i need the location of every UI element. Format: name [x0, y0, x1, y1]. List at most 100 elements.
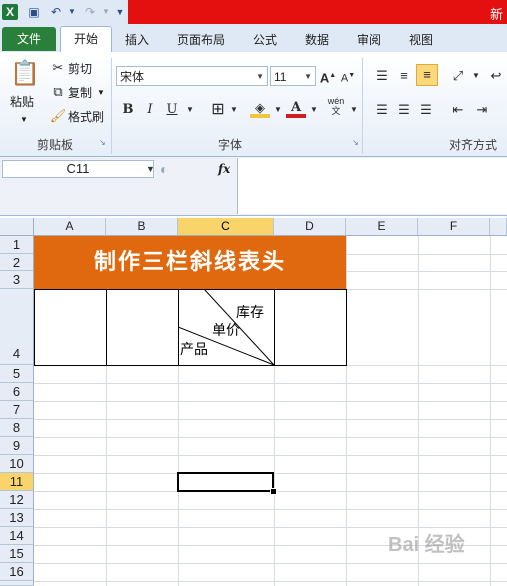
- active-cell-c11[interactable]: [177, 472, 274, 492]
- tab-page-layout[interactable]: 页面布局: [170, 30, 232, 50]
- row-header-9[interactable]: 9: [0, 437, 34, 455]
- gridline: [34, 383, 507, 384]
- row-header-10[interactable]: 10: [0, 455, 34, 473]
- fill-dropdown-icon[interactable]: ▼: [268, 100, 288, 120]
- paste-dropdown-icon[interactable]: ▼: [20, 112, 28, 128]
- undo-icon[interactable]: ↶: [48, 4, 64, 20]
- title-banner-cell[interactable]: 制作三栏斜线表头: [34, 236, 346, 289]
- paste-icon[interactable]: 📋: [10, 58, 40, 90]
- group-separator: [362, 58, 363, 154]
- excel-logo-icon[interactable]: X: [2, 4, 18, 20]
- gridline: [34, 419, 507, 420]
- tab-data[interactable]: 数据: [296, 30, 338, 50]
- phonetic-guide-icon[interactable]: wén 文: [326, 96, 346, 116]
- fill-color-icon[interactable]: ◈: [250, 98, 270, 118]
- cut-button[interactable]: 剪切: [68, 61, 92, 77]
- orientation-icon[interactable]: ⤢: [448, 66, 468, 86]
- borders-dropdown-icon[interactable]: ▼: [224, 100, 244, 120]
- chevron-down-icon[interactable]: ▼: [256, 67, 264, 87]
- row-header-5[interactable]: 5: [0, 365, 34, 383]
- font-name-combo[interactable]: 宋体 ▼: [116, 66, 268, 86]
- align-middle-icon[interactable]: ≡: [394, 66, 414, 86]
- row-header-15[interactable]: 15: [0, 545, 34, 563]
- row-header-6[interactable]: 6: [0, 383, 34, 401]
- tab-home[interactable]: 开始: [60, 26, 112, 53]
- font-size-combo[interactable]: 11 ▼: [270, 66, 316, 86]
- row-header-1[interactable]: 1: [0, 236, 34, 254]
- select-all-corner[interactable]: [0, 218, 34, 236]
- chevron-down-icon[interactable]: ▼: [304, 67, 312, 87]
- wrap-text-icon[interactable]: ↩: [486, 66, 506, 86]
- row-header-3[interactable]: 3: [0, 271, 34, 289]
- bold-button[interactable]: B: [118, 100, 138, 120]
- scissors-icon[interactable]: ✂: [48, 58, 68, 78]
- cell-d4[interactable]: [274, 289, 347, 366]
- row-header-11[interactable]: 11: [0, 473, 34, 491]
- align-right-icon[interactable]: ☰: [416, 100, 436, 120]
- align-left-icon[interactable]: ☰: [372, 100, 392, 120]
- ribbon: 📋 粘贴 ▼ ✂ 剪切 ⧉ 复制 ▼ 🖌 格式刷 剪贴板 ↘ 宋体 ▼ 11 ▼…: [0, 52, 507, 157]
- underline-dropdown-icon[interactable]: ▼: [180, 100, 200, 120]
- paste-button[interactable]: 粘贴: [10, 94, 34, 110]
- column-header-f[interactable]: F: [418, 218, 490, 236]
- save-icon[interactable]: ▣: [26, 4, 42, 20]
- format-painter-icon[interactable]: 🖌: [48, 106, 68, 126]
- copy-button[interactable]: 复制: [68, 85, 92, 101]
- insert-function-icon[interactable]: fx: [218, 160, 230, 178]
- fill-handle[interactable]: [270, 488, 277, 495]
- formula-bar-splitter-icon[interactable]: ◐: [160, 160, 168, 178]
- column-header-c[interactable]: C: [178, 218, 274, 236]
- tab-review[interactable]: 审阅: [348, 30, 390, 50]
- row-header-16[interactable]: 16: [0, 563, 34, 581]
- name-box[interactable]: C11: [2, 160, 154, 178]
- formula-input[interactable]: [237, 158, 507, 214]
- increase-indent-icon[interactable]: ⇥: [472, 100, 492, 120]
- row-header-7[interactable]: 7: [0, 401, 34, 419]
- column-header-b[interactable]: B: [106, 218, 178, 236]
- italic-button[interactable]: I: [140, 100, 160, 120]
- undo-dropdown-icon[interactable]: ▼: [64, 4, 80, 20]
- tab-formulas[interactable]: 公式: [244, 30, 286, 50]
- orientation-dropdown-icon[interactable]: ▼: [466, 66, 486, 86]
- column-header-a[interactable]: A: [34, 218, 106, 236]
- font-color-icon[interactable]: A: [286, 98, 306, 118]
- underline-button[interactable]: U: [162, 100, 182, 120]
- quick-access-toolbar: X ▣ ↶ ▼ ↷ ▼ ▼: [0, 0, 128, 25]
- column-header-d[interactable]: D: [274, 218, 346, 236]
- column-header-e[interactable]: E: [346, 218, 418, 236]
- column-header-g[interactable]: [490, 218, 507, 236]
- copy-icon[interactable]: ⧉: [48, 82, 68, 102]
- chevron-down-icon[interactable]: ▼: [146, 160, 155, 178]
- gridline: [34, 455, 507, 456]
- align-bottom-icon[interactable]: ≡: [416, 64, 438, 86]
- copy-dropdown-icon[interactable]: ▼: [97, 85, 105, 101]
- row-header-4[interactable]: 4: [0, 289, 34, 365]
- phonetic-dropdown-icon[interactable]: ▼: [344, 100, 364, 120]
- tab-insert[interactable]: 插入: [116, 30, 158, 50]
- redo-icon[interactable]: ↷: [82, 4, 98, 20]
- clipboard-group-label: 剪贴板: [36, 138, 73, 152]
- grow-font-icon[interactable]: A▲: [318, 66, 338, 86]
- decrease-indent-icon[interactable]: ⇤: [448, 100, 468, 120]
- align-top-icon[interactable]: ☰: [372, 66, 392, 86]
- row-header-8[interactable]: 8: [0, 419, 34, 437]
- ribbon-tabs: 文件 开始 插入 页面布局 公式 数据 审阅 视图: [0, 24, 507, 53]
- row-header-13[interactable]: 13: [0, 509, 34, 527]
- tab-view[interactable]: 视图: [400, 30, 442, 50]
- clipboard-launcher-icon[interactable]: ↘: [99, 138, 106, 147]
- window-title: 新: [489, 7, 503, 22]
- align-center-icon[interactable]: ☰: [394, 100, 414, 120]
- row-header-17[interactable]: 17: [0, 581, 34, 586]
- customize-qat-icon[interactable]: ▼: [112, 4, 128, 20]
- format-painter-button[interactable]: 格式刷: [68, 109, 104, 125]
- font-color-dropdown-icon[interactable]: ▼: [304, 100, 324, 120]
- row-header-12[interactable]: 12: [0, 491, 34, 509]
- row-header-2[interactable]: 2: [0, 254, 34, 271]
- font-launcher-icon[interactable]: ↘: [352, 138, 359, 147]
- cell-b4[interactable]: [106, 289, 179, 366]
- cell-a4[interactable]: [34, 289, 107, 366]
- shrink-font-icon[interactable]: A▼: [338, 66, 358, 86]
- phonetic-label: wén: [327, 96, 345, 106]
- row-header-14[interactable]: 14: [0, 527, 34, 545]
- tab-file[interactable]: 文件: [2, 27, 56, 51]
